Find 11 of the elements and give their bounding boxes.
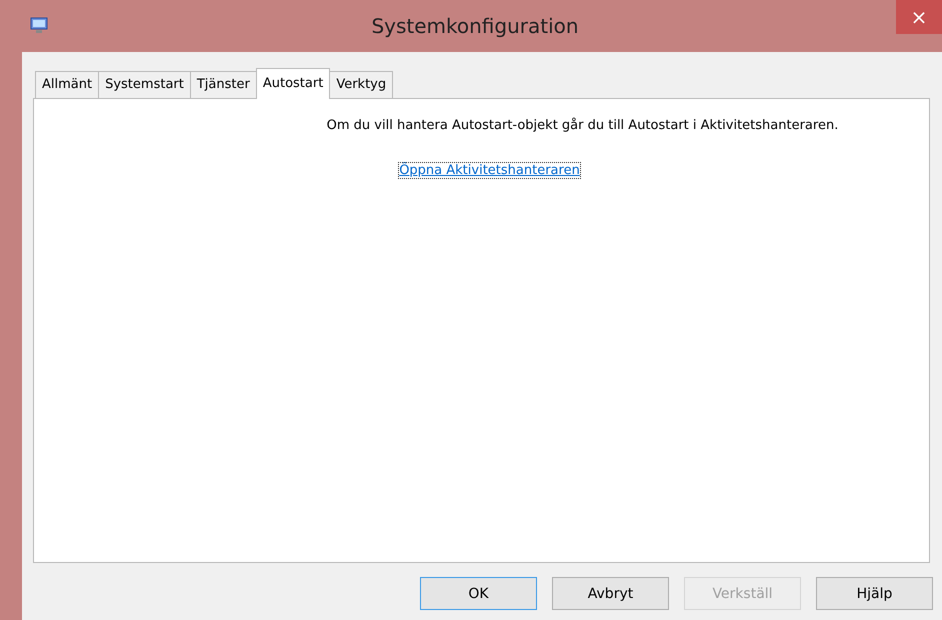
tab[interactable]: Allmänt xyxy=(35,71,100,98)
info-text: Om du vill hantera Autostart-objekt går du till Autostart i Aktivitetshanteraren. xyxy=(326,118,838,133)
close-button[interactable]: × xyxy=(896,0,942,34)
tab[interactable]: Verktyg xyxy=(329,71,394,98)
dialog-button[interactable]: Avbryt xyxy=(552,577,669,610)
computer-icon xyxy=(30,17,48,35)
dialog-button[interactable]: OK xyxy=(420,577,537,610)
window-title: Systemkonfiguration xyxy=(370,14,580,38)
dialog-button[interactable]: Hjälp xyxy=(816,577,933,610)
task-manager-link[interactable]: Öppna Aktivitetshanteraren xyxy=(399,163,580,178)
tab[interactable]: Autostart xyxy=(256,68,330,99)
